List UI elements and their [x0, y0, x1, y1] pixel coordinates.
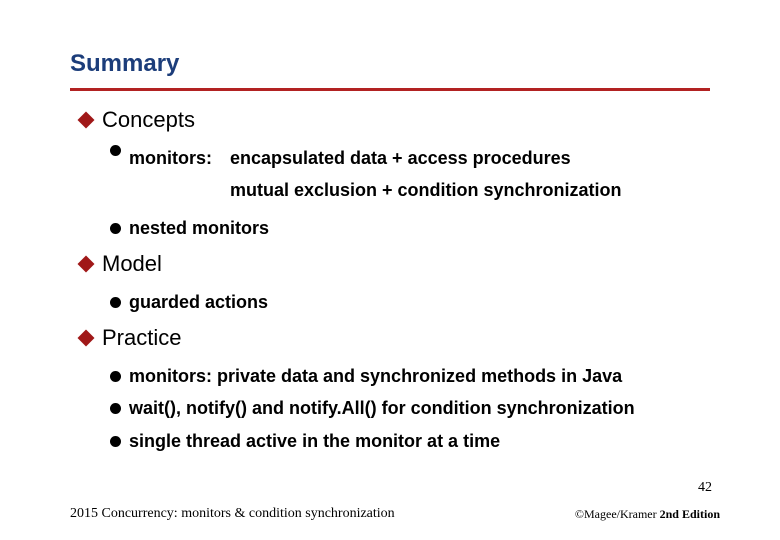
- footer-right: ©Magee/Kramer 2nd Edition: [575, 507, 720, 522]
- bullet-icon: [110, 403, 121, 414]
- diamond-icon: [78, 330, 95, 347]
- section-heading: Concepts: [102, 107, 195, 132]
- slide-title: Summary: [70, 50, 710, 78]
- section-heading: Model: [102, 251, 162, 276]
- item-label: wait(), notify() and notify.All() for co…: [129, 398, 635, 418]
- list-item: monitors: encapsulated data + access pro…: [110, 145, 710, 209]
- footer-copyright: ©Magee/Kramer: [575, 507, 660, 521]
- slide-footer: 2015 Concurrency: monitors & condition s…: [70, 506, 720, 522]
- item-text: mutual exclusion + condition synchroniza…: [230, 177, 622, 203]
- page-number: 42: [698, 480, 712, 496]
- footer-left: 2015 Concurrency: monitors & condition s…: [70, 506, 395, 522]
- section-concepts: Concepts: [80, 107, 710, 133]
- item-label: monitors: private data and synchronized …: [129, 366, 622, 386]
- list-item: wait(), notify() and notify.All() for co…: [110, 395, 710, 421]
- title-divider: [70, 88, 710, 91]
- list-item: single thread active in the monitor at a…: [110, 428, 710, 454]
- list-item: guarded actions: [110, 289, 710, 315]
- item-text: encapsulated data + access procedures: [230, 145, 622, 171]
- list-item: nested monitors: [110, 215, 710, 241]
- section-practice: Practice: [80, 325, 710, 351]
- item-body: encapsulated data + access procedures mu…: [230, 145, 622, 209]
- item-label: monitors:: [129, 145, 212, 209]
- slide: Summary Concepts monitors: encapsulated …: [0, 0, 780, 540]
- bullet-icon: [110, 371, 121, 382]
- bullet-icon: [110, 223, 121, 234]
- section-model: Model: [80, 251, 710, 277]
- item-label: single thread active in the monitor at a…: [129, 431, 500, 451]
- item-label: guarded actions: [129, 292, 268, 312]
- diamond-icon: [78, 256, 95, 273]
- list-item: monitors: private data and synchronized …: [110, 363, 710, 389]
- diamond-icon: [78, 112, 95, 129]
- bullet-icon: [110, 297, 121, 308]
- bullet-icon: [110, 145, 121, 156]
- item-label: nested monitors: [129, 218, 269, 238]
- section-heading: Practice: [102, 325, 181, 350]
- bullet-icon: [110, 436, 121, 447]
